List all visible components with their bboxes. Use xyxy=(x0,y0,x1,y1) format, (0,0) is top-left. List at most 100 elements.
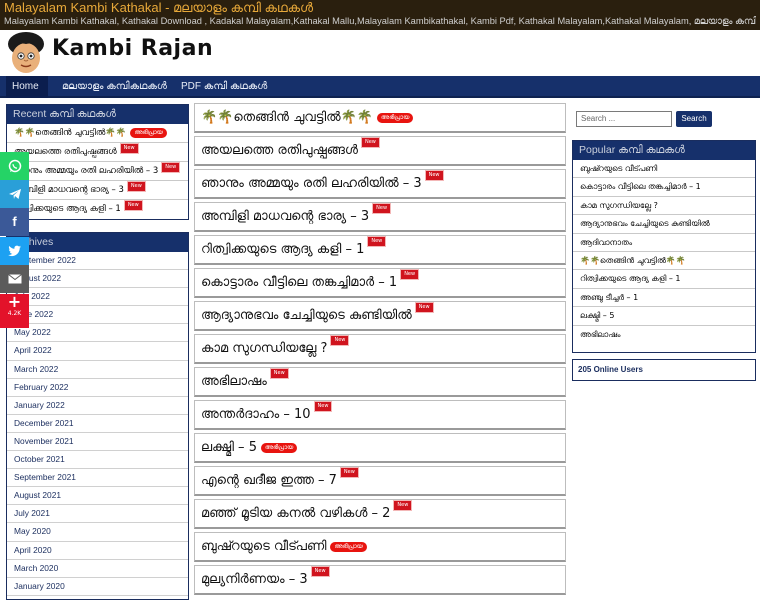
recent-item[interactable]: റിത്വിക്കയുടെ ആദ്യ കളി – 1 New xyxy=(7,200,188,219)
post-title[interactable]: ആദ്യാനുഭവം ചേച്ചിയുടെ കുണ്ടിയിൽ xyxy=(201,308,412,323)
post-item[interactable]: റിത്വിക്കയുടെ ആദ്യ കളി – 1New xyxy=(194,235,566,265)
more-share-button[interactable]: + 4.2K xyxy=(0,294,29,328)
archive-link[interactable]: April 2020 xyxy=(7,542,188,560)
popular-item[interactable]: കാമ സുഗന്ധിയല്ലേ ? xyxy=(573,197,755,216)
post-badge: New xyxy=(360,137,380,148)
popular-item[interactable]: 🌴🌴തെങ്ങിൻ ചുവട്ടിൽ🌴🌴 xyxy=(573,252,755,271)
popular-list: ബുഷ്റയുടെ വീട്പണി കൊട്ടാരം വീട്ടിലെ തങ്കച… xyxy=(573,160,755,344)
post-title[interactable]: ഞാനും അമ്മയും രതി ലഹരിയിൽ – 3 xyxy=(201,176,422,191)
post-title[interactable]: റിത്വിക്കയുടെ ആദ്യ കളി – 1 xyxy=(201,242,364,257)
post-badge: അഭിപ്രായ xyxy=(377,112,414,123)
recent-item[interactable]: ഞാനും അമ്മയും രതി ലഹരിയിൽ – 3 New xyxy=(7,162,188,181)
recent-item-badge: New xyxy=(119,143,139,154)
post-item[interactable]: കാമ സുഗന്ധിയല്ലേ ?New xyxy=(194,334,566,364)
online-users: 205 Online Users xyxy=(572,359,756,381)
post-badge: New xyxy=(313,401,333,412)
main-nav: Home മലയാളം കമ്പികഥകൾ PDF കമ്പി കഥകൾ xyxy=(0,76,760,98)
post-title[interactable]: കാമ സുഗന്ധിയല്ലേ ? xyxy=(201,341,327,356)
search-button[interactable]: Search xyxy=(676,111,712,127)
site-title[interactable]: Malayalam Kambi Kathakal - മലയാളം കമ്പി … xyxy=(4,0,756,15)
post-item[interactable]: ആദ്യാനുഭവം ചേച്ചിയുടെ കുണ്ടിയിൽNew xyxy=(194,301,566,331)
recent-item-label[interactable]: അമ്പിളി മാധവന്റെ ഭാര്യ – 3 xyxy=(14,185,124,195)
archive-link[interactable]: October 2021 xyxy=(7,451,188,470)
archive-link[interactable]: April 2022 xyxy=(7,342,188,361)
recent-list: 🌴🌴തെങ്ങിൻ ചുവട്ടിൽ🌴🌴 അഭിപ്രായ അയലത്തെ രതി… xyxy=(7,124,188,219)
post-title[interactable]: കൊട്ടാരം വീട്ടിലെ തങ്കച്ചിമാർ – 1 xyxy=(201,275,397,290)
site-tagline: Malayalam Kambi Kathakal, Kathakal Downl… xyxy=(4,16,756,26)
post-title[interactable]: അയലത്തെ രതിപുഷ്പങ്ങൾ xyxy=(201,143,358,158)
post-item[interactable]: ലക്ഷ്മി – 5 അഭിപ്രായ xyxy=(194,433,566,463)
email-share-icon[interactable] xyxy=(0,265,29,293)
post-item[interactable]: അയലത്തെ രതിപുഷ്പങ്ങൾNew xyxy=(194,136,566,166)
post-item[interactable]: എന്റെ ഖദീജ ഇത്ത – 7New xyxy=(194,466,566,496)
nav-malayalam-stories[interactable]: മലയാളം കമ്പികഥകൾ xyxy=(56,76,173,98)
post-title[interactable]: അമ്പിളി മാധവന്റെ ഭാര്യ – 3 xyxy=(201,209,369,224)
logo-avatar-icon[interactable] xyxy=(4,30,48,76)
archive-link[interactable]: July 2021 xyxy=(7,505,188,524)
archive-link[interactable]: January 2022 xyxy=(7,397,188,415)
post-item[interactable]: മഞ്ഞ് മൂടിയ കനൽ വഴികൾ – 2New xyxy=(194,499,566,529)
archive-link[interactable]: August 2021 xyxy=(7,487,188,506)
recent-heading: Recent കമ്പി കഥകൾ xyxy=(7,105,188,124)
post-item[interactable]: മുല്യനിർണയം – 3New xyxy=(194,565,566,595)
archive-link[interactable]: July 2022 xyxy=(7,288,188,307)
popular-item[interactable]: അഞ്ചു ടീച്ചർ – 1 xyxy=(573,289,755,308)
post-title[interactable]: അന്തർദാഹം – 10 xyxy=(201,407,311,422)
archive-link[interactable]: May 2022 xyxy=(7,324,188,343)
site-topbar: Malayalam Kambi Kathakal - മലയാളം കമ്പി … xyxy=(0,0,760,30)
archive-link[interactable]: May 2020 xyxy=(7,523,188,542)
post-item[interactable]: അമ്പിളി മാധവന്റെ ഭാര്യ – 3New xyxy=(194,202,566,232)
recent-item-badge: New xyxy=(126,181,146,192)
archive-link[interactable]: March 2022 xyxy=(7,361,188,379)
archive-link[interactable]: September 2022 xyxy=(7,252,188,271)
post-title[interactable]: ലക്ഷ്മി – 5 xyxy=(201,440,257,455)
archive-link[interactable]: September 2021 xyxy=(7,469,188,488)
popular-item[interactable]: ലക്ഷ്മി – 5 xyxy=(573,307,755,326)
brand-name[interactable]: Kambi Rajan xyxy=(52,36,213,61)
recent-item-label[interactable]: റിത്വിക്കയുടെ ആദ്യ കളി – 1 xyxy=(14,204,121,214)
popular-item[interactable]: റിത്വിക്കയുടെ ആദ്യ കളി – 1 xyxy=(573,270,755,289)
archive-link[interactable]: February 2022 xyxy=(7,379,188,397)
post-item[interactable]: അഭിലാഷംNew xyxy=(194,367,566,397)
recent-item-label[interactable]: അയലത്തെ രതിപുഷ്പങ്ങൾ xyxy=(14,147,117,157)
recent-item-badge: അഭിപ്രായ xyxy=(130,127,167,138)
post-badge: New xyxy=(367,236,387,247)
whatsapp-share-icon[interactable] xyxy=(0,152,29,180)
post-item[interactable]: അന്തർദാഹം – 10New xyxy=(194,400,566,430)
archives-widget: Archives September 2022 August 2022 July 2… xyxy=(6,232,189,600)
post-item[interactable]: ബുഷ്റയുടെ വീട്പണി അഭിപ്രായ xyxy=(194,532,566,562)
popular-item[interactable]: അഭിലാഷം xyxy=(573,326,755,344)
nav-home[interactable]: Home xyxy=(6,76,48,98)
archive-link[interactable]: June 2022 xyxy=(7,306,188,325)
post-title[interactable]: ബുഷ്റയുടെ വീട്പണി xyxy=(201,539,326,554)
recent-item-label[interactable]: ഞാനും അമ്മയും രതി ലഹരിയിൽ – 3 xyxy=(14,166,158,176)
post-badge: New xyxy=(330,335,350,346)
archive-link[interactable]: December 2021 xyxy=(7,415,188,433)
post-title[interactable]: എന്റെ ഖദീജ ഇത്ത – 7 xyxy=(201,473,337,488)
telegram-share-icon[interactable] xyxy=(0,180,29,208)
search-input[interactable]: Search ... xyxy=(576,111,672,127)
recent-item-label[interactable]: 🌴🌴തെങ്ങിൻ ചുവട്ടിൽ🌴🌴 xyxy=(14,128,126,138)
post-badge: New xyxy=(424,170,444,181)
popular-item[interactable]: ആദിവാനാതം xyxy=(573,234,755,252)
post-title[interactable]: മുല്യനിർണയം – 3 xyxy=(201,572,308,587)
popular-item[interactable]: ബുഷ്റയുടെ വീട്പണി xyxy=(573,160,755,179)
post-item[interactable]: ഞാനും അമ്മയും രതി ലഹരിയിൽ – 3New xyxy=(194,169,566,199)
archive-link[interactable]: January 2020 xyxy=(7,578,188,596)
archive-link[interactable]: November 2021 xyxy=(7,433,188,452)
recent-item[interactable]: അയലത്തെ രതിപുഷ്പങ്ങൾ New xyxy=(7,143,188,162)
facebook-share-icon[interactable]: f xyxy=(0,208,29,236)
archive-link[interactable]: August 2022 xyxy=(7,270,188,289)
popular-item[interactable]: ആദ്യാനുഭവം ചേച്ചിയുടെ കുണ്ടിയിൽ xyxy=(573,215,755,234)
recent-item[interactable]: അമ്പിളി മാധവന്റെ ഭാര്യ – 3 New xyxy=(7,181,188,200)
recent-item[interactable]: 🌴🌴തെങ്ങിൻ ചുവട്ടിൽ🌴🌴 അഭിപ്രായ xyxy=(7,124,188,143)
post-title[interactable]: 🌴🌴തെങ്ങിൻ ചുവട്ടിൽ🌴🌴 xyxy=(201,110,373,125)
post-item[interactable]: 🌴🌴തെങ്ങിൻ ചുവട്ടിൽ🌴🌴 അഭിപ്രായ xyxy=(194,103,566,133)
post-item[interactable]: കൊട്ടാരം വീട്ടിലെ തങ്കച്ചിമാർ – 1New xyxy=(194,268,566,298)
twitter-share-icon[interactable] xyxy=(0,237,29,265)
post-title[interactable]: മഞ്ഞ് മൂടിയ കനൽ വഴികൾ – 2 xyxy=(201,506,390,521)
archive-link[interactable]: March 2020 xyxy=(7,560,188,578)
popular-item[interactable]: കൊട്ടാരം വീട്ടിലെ തങ്കച്ചിമാർ – 1 xyxy=(573,178,755,197)
post-title[interactable]: അഭിലാഷം xyxy=(201,374,267,389)
nav-pdf-stories[interactable]: PDF കമ്പി കഥകൾ xyxy=(175,76,273,98)
